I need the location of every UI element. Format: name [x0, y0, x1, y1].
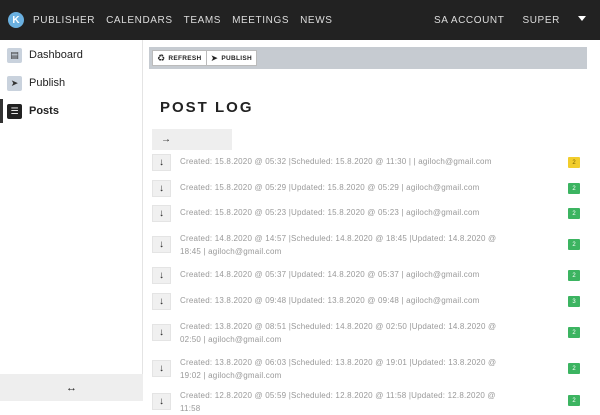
sidebar-item-publish[interactable]: ➤ Publish: [0, 69, 142, 97]
publish-label: PUBLISH: [221, 54, 253, 62]
expand-row-button[interactable]: ↓: [152, 180, 171, 197]
post-meta: Created: 13.8.2020 @ 08:51 |Scheduled: 1…: [180, 322, 497, 344]
refresh-label: REFRESH: [168, 54, 202, 62]
expand-row-button[interactable]: ↓: [152, 205, 171, 222]
main-nav: PUBLISHER CALENDARS TEAMS MEETINGS NEWS: [33, 15, 344, 26]
nav-publisher[interactable]: PUBLISHER: [33, 15, 95, 26]
expand-row-button[interactable]: ↓: [152, 360, 171, 377]
status-badge: 2: [568, 183, 580, 194]
post-meta: Created: 14.8.2020 @ 14:57 |Scheduled: 1…: [180, 234, 497, 256]
collapse-sidebar-button[interactable]: ↔: [0, 374, 143, 401]
arrow-right-icon: →: [161, 134, 171, 145]
app-logo[interactable]: K: [8, 12, 24, 28]
page-title: POST LOG: [160, 99, 254, 116]
expand-row-button[interactable]: ↓: [152, 293, 171, 310]
status-badge: 2: [568, 208, 580, 219]
sidebar-item-label: Dashboard: [29, 49, 83, 61]
expand-row-button[interactable]: ↓: [152, 267, 171, 284]
chart-icon: ▤: [7, 47, 22, 63]
status-badge: 2: [568, 327, 580, 338]
publish-button[interactable]: ➤ PUBLISH: [206, 50, 258, 66]
nav-sa-account[interactable]: SA ACCOUNT: [434, 15, 504, 26]
post-meta: Created: 12.8.2020 @ 05:59 |Scheduled: 1…: [180, 391, 496, 413]
sidebar-item-label: Posts: [29, 105, 59, 117]
post-meta: Created: 14.8.2020 @ 05:37 |Updated: 14.…: [180, 270, 480, 279]
top-navbar: K PUBLISHER CALENDARS TEAMS MEETINGS NEW…: [0, 0, 600, 40]
send-icon: ➤: [7, 75, 22, 91]
nav-news[interactable]: NEWS: [300, 15, 332, 26]
nav-teams[interactable]: TEAMS: [184, 15, 221, 26]
status-badge: 2: [568, 363, 580, 374]
list-icon: ☰: [7, 103, 22, 119]
post-meta: Created: 15.8.2020 @ 05:32 |Scheduled: 1…: [180, 157, 492, 166]
toolbar: ♻ REFRESH ➤ PUBLISH: [149, 47, 587, 69]
sidebar-item-posts[interactable]: ☰ Posts: [0, 97, 142, 125]
recycle-icon: ♻: [157, 52, 166, 63]
sidebar-item-label: Publish: [29, 77, 66, 89]
post-meta: Created: 13.8.2020 @ 09:48 |Updated: 13.…: [180, 296, 480, 305]
status-badge: 2: [568, 270, 580, 281]
post-meta: Created: 15.8.2020 @ 05:29 |Updated: 15.…: [180, 183, 480, 192]
sidebar-item-dashboard[interactable]: ▤ Dashboard: [0, 41, 142, 69]
expand-row-button[interactable]: ↓: [152, 236, 171, 253]
status-badge: 3: [568, 296, 580, 307]
expand-row-button[interactable]: ↓: [152, 393, 171, 410]
forward-button[interactable]: →: [152, 129, 232, 150]
account-nav: SA ACCOUNT SUPER: [434, 0, 578, 40]
status-badge: 2: [568, 157, 580, 168]
sidebar: ▤ Dashboard ➤ Publish ☰ Posts ↔: [0, 40, 143, 401]
resize-horizontal-icon: ↔: [66, 381, 77, 394]
nav-super[interactable]: SUPER: [522, 15, 559, 26]
post-meta: Created: 15.8.2020 @ 05:23 |Updated: 15.…: [180, 208, 480, 217]
status-badge: 2: [568, 239, 580, 250]
nav-meetings[interactable]: MEETINGS: [232, 15, 289, 26]
expand-row-button[interactable]: ↓: [152, 324, 171, 341]
post-meta: Created: 13.8.2020 @ 06:03 |Scheduled: 1…: [180, 358, 497, 380]
refresh-button[interactable]: ♻ REFRESH: [152, 50, 207, 66]
nav-calendars[interactable]: CALENDARS: [106, 15, 173, 26]
chevron-down-icon[interactable]: [578, 16, 586, 21]
expand-row-button[interactable]: ↓: [152, 154, 171, 171]
send-icon: ➤: [210, 52, 219, 63]
